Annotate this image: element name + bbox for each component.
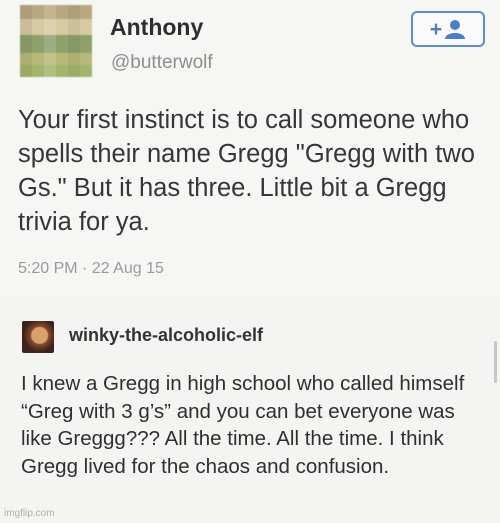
tweet-author-name[interactable]: Anthony <box>110 14 203 41</box>
follow-button[interactable]: + <box>411 11 485 47</box>
reblog-text: I knew a Gregg in high school who called… <box>21 372 465 478</box>
plus-icon: + <box>429 17 443 41</box>
avatar[interactable] <box>22 321 54 353</box>
tweet-author-handle[interactable]: @butterwolf <box>111 52 213 74</box>
reblog-username[interactable]: winky-the-alcoholic-elf <box>69 325 263 346</box>
scrollbar[interactable] <box>494 341 497 383</box>
avatar[interactable] <box>20 5 92 77</box>
tweet-timestamp[interactable]: 5:20 PM · 22 Aug 15 <box>18 260 164 278</box>
tweet-text: Your first instinct is to call someone w… <box>18 106 475 236</box>
add-user-icon <box>444 19 466 39</box>
tweet-card: Anthony @butterwolf + Your first instinc… <box>0 0 500 296</box>
watermark: imgflip.com <box>4 508 55 519</box>
reblog-post: winky-the-alcoholic-elf I knew a Gregg i… <box>0 296 500 523</box>
